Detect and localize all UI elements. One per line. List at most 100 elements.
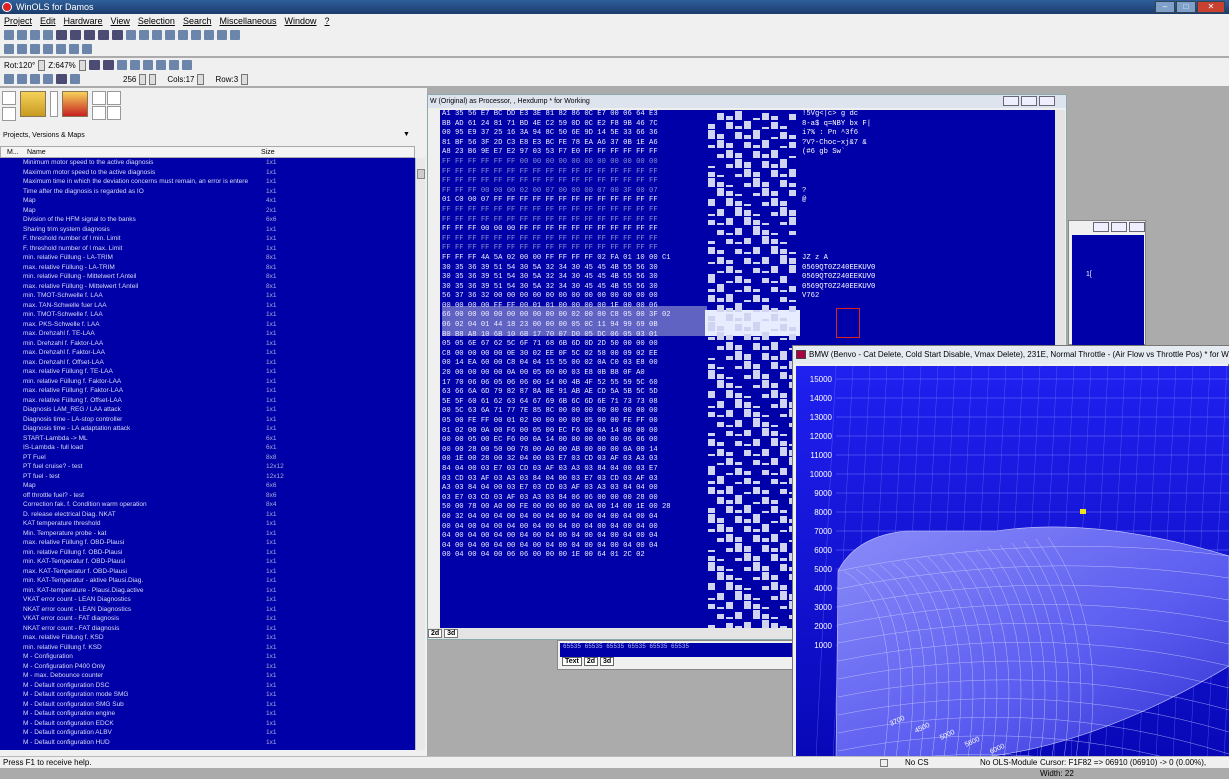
hex-maximize-button[interactable] (1021, 96, 1037, 106)
hex-row[interactable]: 00 00 00 00 FF FF 00 01 01 00 00 00 00 1… (440, 302, 1055, 312)
hex-row[interactable]: FF FF FF FF FF FF FF FF FF FF FF FF FF F… (440, 177, 1055, 187)
first-icon[interactable] (56, 30, 67, 40)
zoom-spinner[interactable] (78, 59, 86, 71)
menu-view[interactable]: View (111, 14, 130, 28)
list-item[interactable]: Minimum motor speed to the active diagno… (0, 158, 415, 168)
list-item[interactable]: M - Default configuration EDCK 1x1 (0, 719, 415, 729)
small-maximize-button[interactable] (1111, 222, 1127, 232)
window-icon[interactable] (43, 30, 53, 40)
hex-row[interactable]: A1 35 56 E7 BC DD E3 3E 81 82 86 0C E7 0… (440, 110, 1055, 120)
hex-row[interactable]: FF FF FF FF FF FF FF FF FF FF FF FF FF F… (440, 168, 1055, 178)
tool-icon[interactable] (92, 91, 106, 105)
list-item[interactable]: Maximum motor speed to the active diagno… (0, 168, 415, 178)
list-item[interactable]: min. TMOT-Schwelle f. LAA 1x1 (0, 291, 415, 301)
list-item[interactable]: IS-Lambda - full load 6x1 (0, 443, 415, 453)
view-icon[interactable] (155, 60, 166, 70)
view-icon[interactable] (88, 60, 100, 70)
projects-dropdown[interactable]: Projects, Versions & Maps (3, 132, 85, 139)
list-item[interactable]: max. relative Füllung f. Faktor-LAA 1x1 (0, 386, 415, 396)
back-icon[interactable] (165, 30, 175, 40)
tab-2d[interactable]: 2d (428, 629, 443, 638)
chevron-down-icon[interactable]: ▼ (403, 131, 413, 141)
chart-icon[interactable] (43, 74, 53, 84)
list-item[interactable]: M - Configuration P400 Only 1x1 (0, 662, 415, 672)
tool-icon[interactable] (107, 91, 121, 105)
list-item[interactable]: max. Drehzahl f. Faktor-LAA 1x1 (0, 348, 415, 358)
folder-dropdown-icon[interactable] (50, 91, 58, 117)
list-item[interactable]: Correction fak. f. Condition warm operat… (0, 500, 415, 510)
hex-row[interactable]: FF FF FF FF FF FF FF FF FF FF FF FF FF F… (440, 244, 1055, 254)
value-spinner[interactable] (149, 73, 157, 85)
new-project-icon[interactable] (2, 91, 16, 105)
list-item[interactable]: min. KAT-Temperatur f. OBD-Plausi 1x1 (0, 557, 415, 567)
list-item[interactable]: min. relative Füllung - Mittelwert f.Ant… (0, 272, 415, 282)
home-icon[interactable] (178, 30, 188, 40)
hex-row[interactable]: FF FF FF FF FF FF 00 00 00 00 00 00 00 0… (440, 158, 1055, 168)
list-item[interactable]: Map 4x1 (0, 196, 415, 206)
list-item[interactable]: VKAT error count - LEAN Diagnostics 1x1 (0, 595, 415, 605)
chart-icon[interactable] (17, 74, 27, 84)
menu-help[interactable]: ? (325, 14, 330, 28)
menu-project[interactable]: Project (4, 14, 32, 28)
rows-spinner[interactable] (241, 73, 249, 85)
menu-window[interactable]: Window (285, 14, 317, 28)
last-icon[interactable] (112, 30, 123, 40)
list-item[interactable]: VKAT error count - FAT diagnosis 1x1 (0, 614, 415, 624)
menu-hardware[interactable]: Hardware (64, 14, 103, 28)
list-item[interactable]: max. TAN-Schwelle fuer LAA 1x1 (0, 301, 415, 311)
table-icon[interactable] (126, 30, 136, 40)
forward-icon[interactable] (191, 30, 201, 40)
scroll-thumb[interactable] (417, 169, 425, 179)
list-item[interactable]: max. Drehzahl f. TE-LAA 1x1 (0, 329, 415, 339)
hex-row[interactable]: 00 95 E9 37 25 16 3A 94 8C 50 6E 9D 14 5… (440, 129, 1055, 139)
menu-selection[interactable]: Selection (138, 14, 175, 28)
list-item[interactable]: min. relative Füllung f. OBD-Plausi 1x1 (0, 548, 415, 558)
chart-icon[interactable] (30, 74, 40, 84)
color-icon[interactable] (56, 74, 67, 84)
list-item[interactable]: Maximum time in which the deviation conc… (0, 177, 415, 187)
tool-icon[interactable] (56, 44, 66, 54)
tool-icon[interactable] (30, 44, 40, 54)
delta-icon[interactable] (181, 60, 192, 70)
list-item[interactable]: M - Default configuration SMG Sub 1x1 (0, 700, 415, 710)
list-item[interactable]: max. PKS-Schwelle f. LAA 1x1 (0, 320, 415, 330)
hex-row[interactable]: 56 37 36 32 00 00 00 00 00 00 00 00 00 0… (440, 292, 1055, 302)
chart-icon[interactable] (4, 74, 14, 84)
list-item[interactable]: M - Default configuration ALBV 1x1 (0, 728, 415, 738)
list-item[interactable]: PT Fuel 8x8 (0, 453, 415, 463)
list-item[interactable]: max. Drehzahl f. Offset-LAA 1x1 (0, 358, 415, 368)
list-item[interactable]: max. relative Füllung f. OBD-Plausi 1x1 (0, 538, 415, 548)
list-item[interactable]: Diagnosis time - LA-stop controller 1x1 (0, 415, 415, 425)
close-button[interactable]: ✕ (1197, 1, 1225, 13)
list-item[interactable]: D. release electrical Diag. NKAT 1x1 (0, 510, 415, 520)
hex-row[interactable]: 01 C0 00 07 FF FF FF FF FF FF FF FF FF F… (440, 196, 1055, 206)
list-item[interactable]: KAT temperature threshold 1x1 (0, 519, 415, 529)
prev-icon[interactable] (70, 30, 81, 40)
list-item[interactable]: M - max. Debounce counter 1x1 (0, 671, 415, 681)
view-icon[interactable] (102, 60, 114, 70)
column-name[interactable]: Name (27, 147, 46, 158)
hex-row[interactable]: FF FF FF FF FF FF FF FF FF FF FF FF FF F… (440, 235, 1055, 245)
hex-row[interactable]: 30 35 36 39 51 54 30 5A 32 34 30 45 45 4… (440, 273, 1055, 283)
list-item[interactable]: Diagnosis LAM_REG / LAA attack 1x1 (0, 405, 415, 415)
tab-3d[interactable]: 3d (599, 657, 615, 666)
tool-icon[interactable] (107, 106, 121, 120)
minimize-button[interactable]: – (1155, 1, 1175, 13)
search-icon[interactable] (139, 30, 149, 40)
list-item[interactable]: min. KAT-Temperatur - aktive Plausi.Diag… (0, 576, 415, 586)
list-item[interactable]: Diagnosis time - LA adaptation attack 1x1 (0, 424, 415, 434)
hex-row[interactable]: FF FF FF 4A 5A 02 00 00 FF FF FF FF 02 F… (440, 254, 1055, 264)
list-item[interactable]: START-Lambda -> ML 6x1 (0, 434, 415, 444)
hex-minimize-button[interactable] (1003, 96, 1019, 106)
hex-close-button[interactable] (1039, 96, 1055, 106)
column-size[interactable]: Size (261, 147, 275, 158)
list-item[interactable]: M - Default configuration engine 1x1 (0, 709, 415, 719)
list-item[interactable]: Map 2x1 (0, 206, 415, 216)
new-icon[interactable] (4, 30, 14, 40)
list-item[interactable]: min. relative Füllung f. Faktor-LAA 1x1 (0, 377, 415, 387)
list-item[interactable]: min. relative Füllung - LA-TRIM 8x1 (0, 253, 415, 263)
help-icon[interactable] (230, 30, 240, 40)
list-item[interactable]: Map 6x6 (0, 481, 415, 491)
small-map-view[interactable]: 1[ (1072, 235, 1144, 345)
column-m[interactable]: M... (7, 147, 19, 158)
